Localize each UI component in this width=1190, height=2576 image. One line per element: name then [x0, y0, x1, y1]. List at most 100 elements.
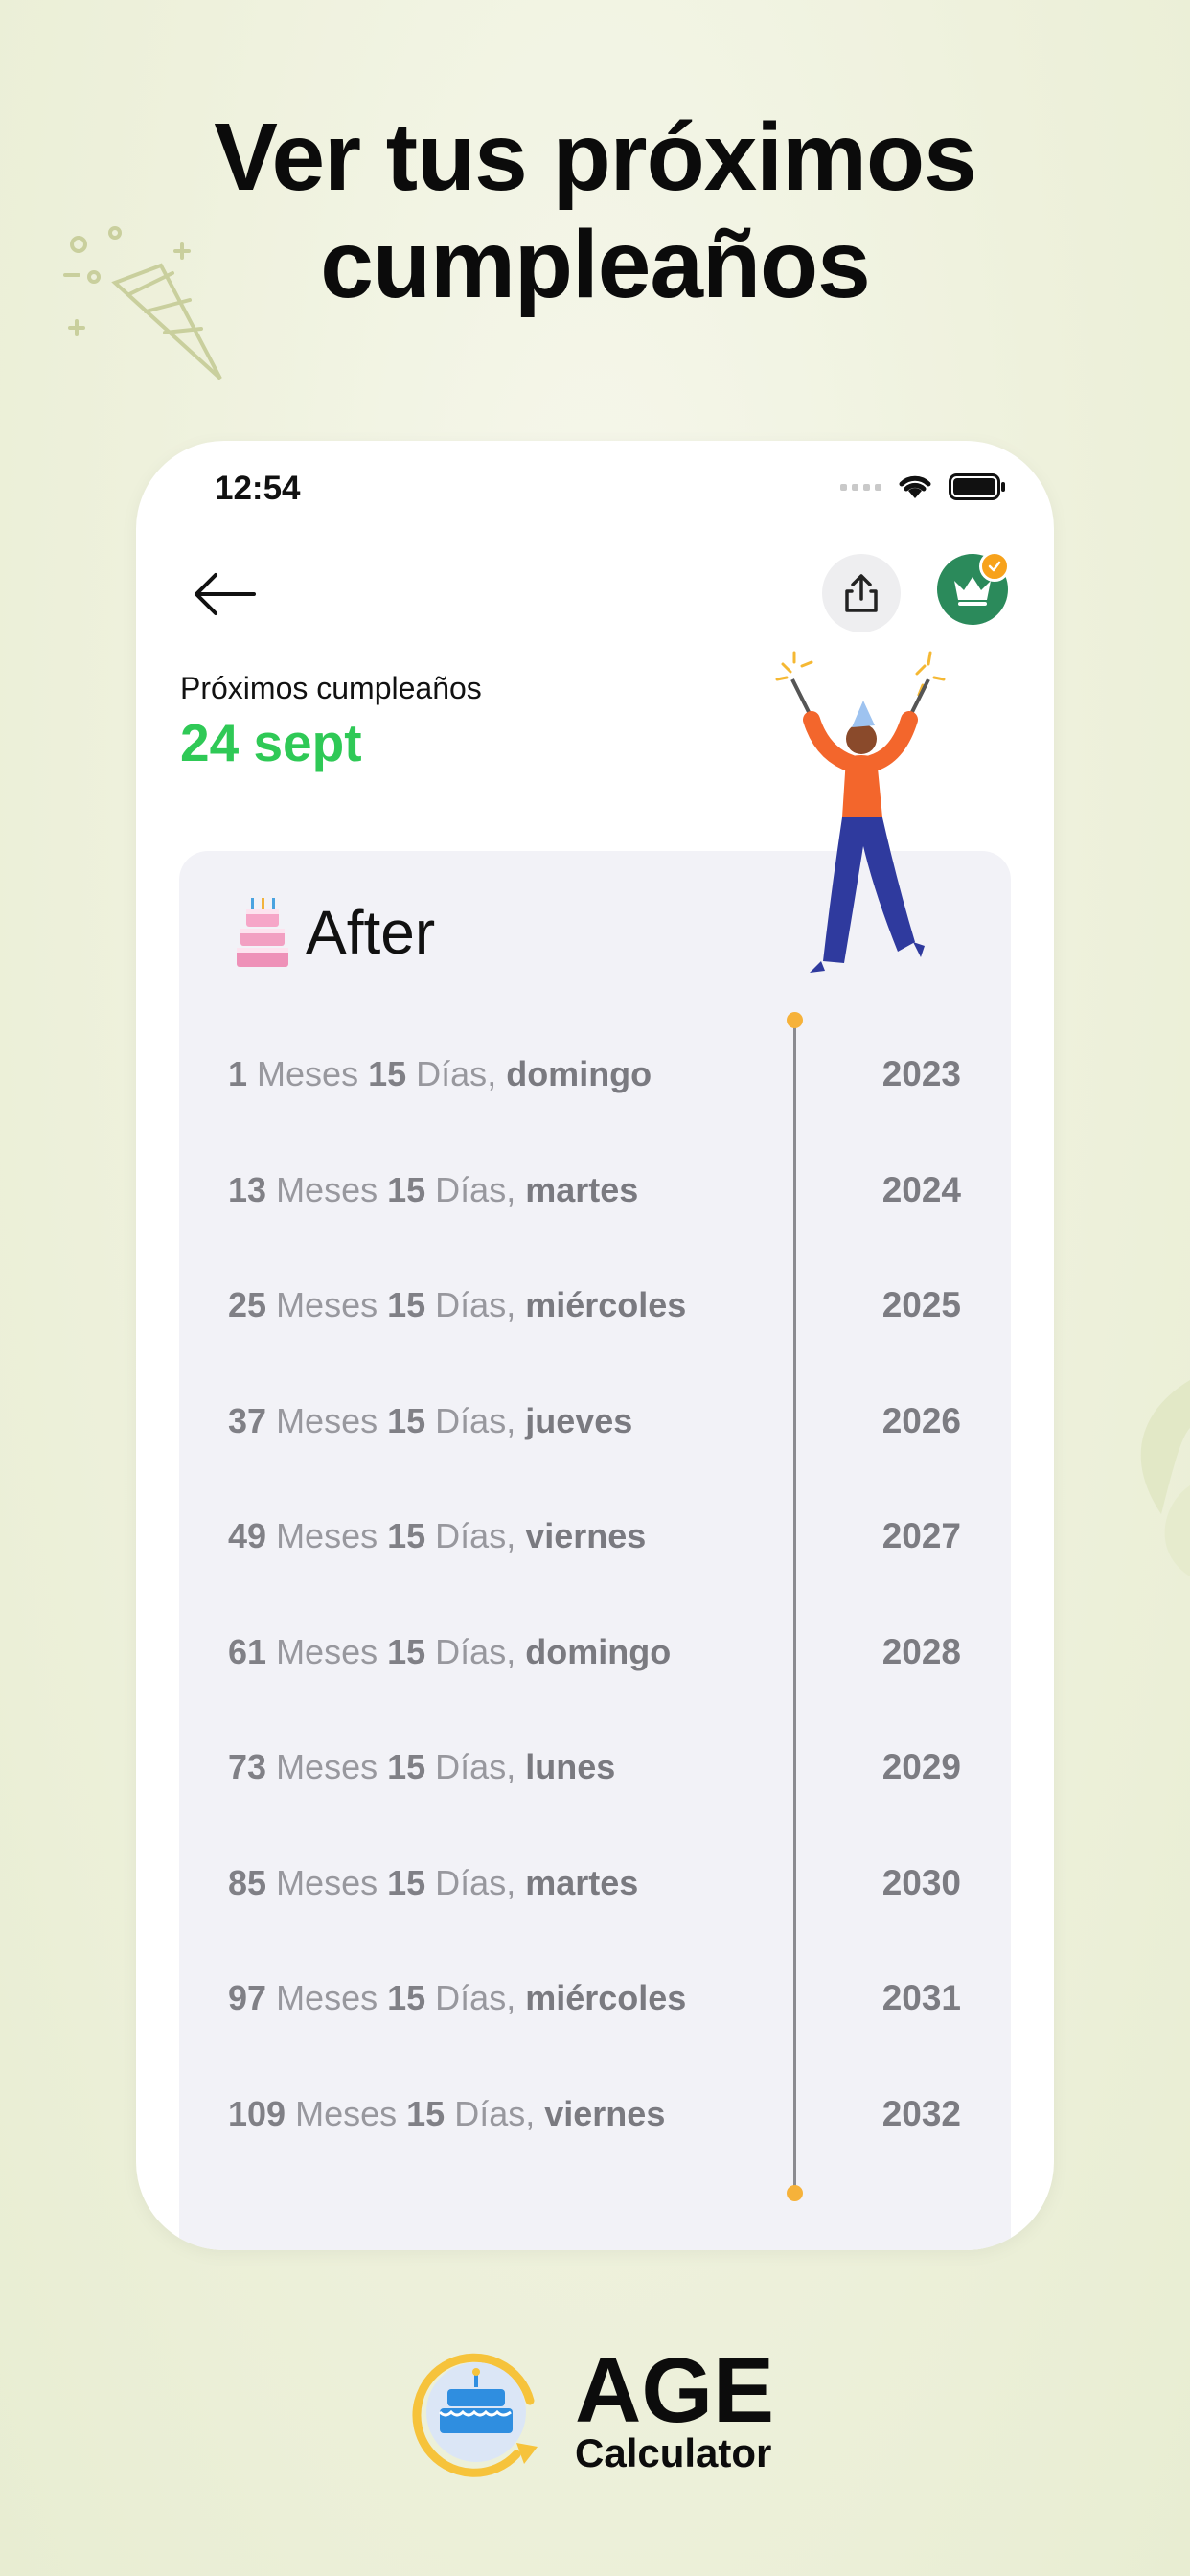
birthday-description: 97 Meses 15 Días, miércoles	[228, 1978, 687, 2017]
next-birthday-date: 24 sept	[180, 713, 362, 772]
days-value: 15	[387, 1862, 426, 1902]
months-unit: Meses	[276, 1400, 378, 1440]
weekday: domingo	[525, 1631, 672, 1671]
months-unit: Meses	[276, 1978, 378, 2017]
brand-footer: AGE Calculator	[407, 2343, 774, 2482]
months-unit: Meses	[276, 1862, 378, 1902]
list-item: 97 Meses 15 Días, miércoles 2031	[179, 1978, 1011, 2094]
days-unit: Días	[435, 1169, 507, 1209]
celebration-illustration	[775, 651, 946, 973]
birthday-description: 85 Meses 15 Días, martes	[228, 1862, 639, 1902]
timeline-start-dot	[787, 1012, 803, 1028]
brand-subtitle: Calculator	[575, 2429, 772, 2475]
days-value: 15	[387, 1631, 426, 1671]
list-item: 37 Meses 15 Días, jueves 2026	[179, 1401, 1011, 1517]
months-value: 109	[228, 2093, 286, 2133]
birthday-year: 2028	[881, 1631, 961, 1671]
list-item: 1 Meses 15 Días, domingo 2023	[179, 1054, 1011, 1170]
weekday: miércoles	[525, 1978, 687, 2017]
wifi-icon	[899, 475, 931, 498]
birthday-year: 2032	[881, 2093, 961, 2133]
birthday-list: 1 Meses 15 Días, domingo 2023 13 Meses 15 …	[179, 1054, 1011, 2209]
birthdays-card: After 1 Meses 15 Días, domingo 2023 13 Mes…	[179, 651, 1011, 2250]
months-unit: Meses	[257, 1054, 359, 1093]
days-unit: Días	[435, 1978, 507, 2017]
days-unit: Días	[435, 1862, 507, 1902]
months-value: 13	[228, 1169, 267, 1209]
days-unit: Días	[416, 1054, 488, 1093]
birthday-year: 2023	[881, 1054, 961, 1093]
birthday-description: 1 Meses 15 Días, domingo	[228, 1054, 652, 1093]
days-value: 15	[406, 2093, 446, 2133]
days-value: 15	[387, 1400, 426, 1440]
list-item: 61 Meses 15 Días, domingo 2028	[179, 1632, 1011, 1748]
back-button[interactable]	[186, 556, 263, 632]
list-item: 109 Meses 15 Días, viernes 2032	[179, 2094, 1011, 2210]
months-value: 25	[228, 1285, 267, 1324]
months-value: 97	[228, 1978, 267, 2017]
weekday: viernes	[525, 1516, 647, 1555]
days-unit: Días	[454, 2093, 526, 2133]
months-unit: Meses	[276, 1747, 378, 1786]
list-item: 25 Meses 15 Días, miércoles 2025	[179, 1285, 1011, 1401]
months-unit: Meses	[295, 2093, 398, 2133]
card-title-text: After	[306, 898, 436, 967]
birthday-description: 109 Meses 15 Días, viernes	[228, 2093, 666, 2133]
months-value: 37	[228, 1400, 267, 1440]
birthday-year: 2025	[881, 1285, 961, 1324]
status-bar-icons	[840, 473, 1006, 500]
days-value: 15	[387, 1747, 426, 1786]
days-value: 15	[368, 1054, 407, 1093]
birthday-description: 61 Meses 15 Días, domingo	[228, 1631, 672, 1671]
birthday-year: 2026	[881, 1400, 961, 1440]
next-birthday-label: Próximos cumpleaños	[180, 671, 482, 705]
birthday-description: 13 Meses 15 Días, martes	[228, 1169, 639, 1209]
leaf-decoration	[1140, 1380, 1190, 1576]
months-value: 1	[228, 1054, 248, 1093]
days-unit: Días	[435, 1631, 507, 1671]
list-item: 13 Meses 15 Días, martes 2024	[179, 1170, 1011, 1286]
birthday-cake-icon	[237, 898, 288, 967]
birthday-description: 37 Meses 15 Días, jueves	[228, 1400, 633, 1440]
days-unit: Días	[435, 1400, 507, 1440]
birthday-year: 2031	[881, 1978, 961, 2017]
weekday: martes	[525, 1169, 639, 1209]
birthday-year: 2029	[881, 1747, 961, 1786]
months-unit: Meses	[276, 1285, 378, 1324]
birthday-description: 49 Meses 15 Días, viernes	[228, 1516, 647, 1555]
share-button[interactable]	[822, 554, 901, 632]
birthday-description: 73 Meses 15 Días, lunes	[228, 1747, 616, 1786]
signal-icon	[840, 483, 881, 491]
months-value: 49	[228, 1516, 267, 1555]
months-unit: Meses	[276, 1169, 378, 1209]
days-unit: Días	[435, 1285, 507, 1324]
days-value: 15	[387, 1285, 426, 1324]
birthday-year: 2030	[881, 1862, 961, 1902]
birthday-year: 2024	[881, 1169, 961, 1209]
card-title: After	[237, 897, 435, 968]
weekday: miércoles	[525, 1285, 687, 1324]
brand-name: AGE	[575, 2338, 775, 2442]
premium-badge	[979, 551, 1010, 582]
weekday: domingo	[506, 1054, 652, 1093]
back-arrow-icon	[195, 573, 256, 615]
weekday: martes	[525, 1862, 639, 1902]
phone-screen: 12:54 Próximos cumpleaños 24 sept After …	[136, 441, 1054, 2250]
months-unit: Meses	[276, 1631, 378, 1671]
days-value: 15	[387, 1169, 426, 1209]
weekday: jueves	[525, 1400, 633, 1440]
headline-line-1: Ver tus próximos	[214, 104, 976, 211]
brand-text: AGE Calculator	[575, 2338, 775, 2475]
age-calculator-logo	[412, 2353, 538, 2477]
status-time: 12:54	[215, 470, 301, 507]
months-unit: Meses	[276, 1516, 378, 1555]
days-value: 15	[387, 1978, 426, 2017]
list-item: 73 Meses 15 Días, lunes 2029	[179, 1747, 1011, 1863]
check-icon	[988, 561, 1001, 572]
list-item: 49 Meses 15 Días, viernes 2027	[179, 1516, 1011, 1632]
weekday: lunes	[525, 1747, 616, 1786]
months-value: 73	[228, 1747, 267, 1786]
list-item: 85 Meses 15 Días, martes 2030	[179, 1863, 1011, 1979]
party-hat-icon	[63, 226, 222, 380]
months-value: 61	[228, 1631, 267, 1671]
